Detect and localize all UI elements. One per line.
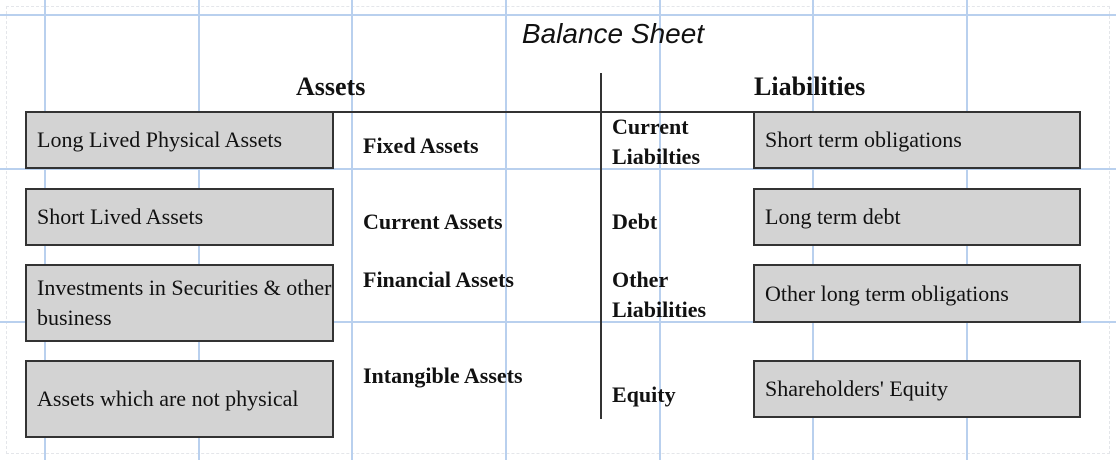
liability-description-box: Shareholders' Equity <box>753 360 1081 418</box>
liability-category-label: Debt <box>612 209 658 234</box>
grid-line <box>351 0 353 460</box>
asset-description: Investments in Securities & other busine… <box>37 275 332 330</box>
liability-description-box: Short term obligations <box>753 111 1081 169</box>
asset-description-box: Short Lived Assets <box>25 188 334 246</box>
asset-description: Assets which are not physical <box>37 386 299 411</box>
asset-description: Short Lived Assets <box>37 204 204 229</box>
liability-description: Other long term obligations <box>765 280 1009 306</box>
asset-description-box: Investments in Securities & other busine… <box>25 264 334 342</box>
asset-description-box: Assets which are not physical <box>25 360 334 438</box>
asset-category-label: Financial Assets <box>363 267 514 292</box>
liability-description: Long term debt <box>765 204 901 229</box>
liability-description-box: Long term debt <box>753 188 1081 246</box>
asset-category-label: Fixed Assets <box>363 133 479 158</box>
diagram-title: Balance Sheet <box>521 18 705 49</box>
liability-description: Short term obligations <box>765 127 962 152</box>
column-divider <box>600 73 602 419</box>
grid-line <box>505 0 507 460</box>
liability-description-box: Other long term obligations <box>753 264 1081 323</box>
asset-description: Long Lived Physical Assets <box>37 127 283 152</box>
liability-category-label: Equity <box>612 382 676 407</box>
asset-category-label: Intangible Assets <box>363 363 523 388</box>
grid-line <box>0 14 1116 16</box>
liability-category-label: Other Liabilities <box>612 267 707 322</box>
assets-header: Assets <box>296 72 366 101</box>
liability-description: Shareholders' Equity <box>765 376 948 401</box>
asset-category-label: Current Assets <box>363 209 503 234</box>
asset-description-box: Long Lived Physical Assets <box>25 111 334 169</box>
liabilities-header: Liabilities <box>754 72 866 101</box>
liability-category-label: Current Liabilties <box>612 114 701 169</box>
